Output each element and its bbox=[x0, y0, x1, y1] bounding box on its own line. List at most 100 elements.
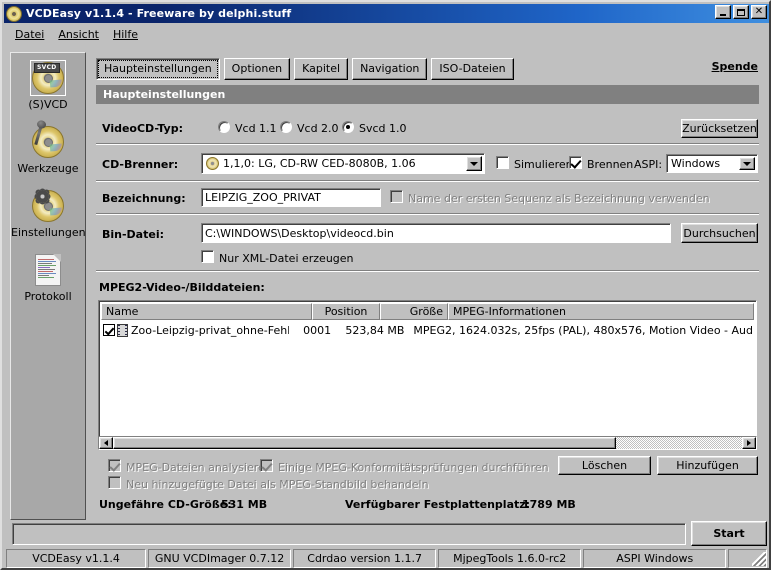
radio-vcd11[interactable] bbox=[218, 121, 230, 133]
chevron-down-icon[interactable] bbox=[739, 157, 755, 170]
scroll-left-button[interactable] bbox=[99, 437, 113, 449]
tab-navigation[interactable]: Navigation bbox=[352, 58, 428, 80]
window-controls: ✕ bbox=[715, 5, 767, 19]
sidebar-label-protokoll: Protokoll bbox=[24, 290, 72, 303]
section-header: Haupteinstellungen bbox=[96, 85, 759, 104]
tools-disc-icon bbox=[11, 123, 85, 161]
menu-label-datei: Datei bbox=[15, 28, 45, 41]
arrow-left-icon bbox=[104, 440, 108, 446]
divider bbox=[96, 270, 759, 272]
horizontal-scrollbar[interactable] bbox=[98, 436, 757, 450]
radio-label-vcd20: Vcd 2.0 bbox=[297, 122, 339, 135]
radio-label-vcd11: Vcd 1.1 bbox=[235, 122, 277, 135]
radio-svcd10[interactable] bbox=[342, 121, 354, 133]
divider bbox=[96, 180, 759, 182]
svcd-disc-icon: SVCD bbox=[11, 59, 85, 97]
use-first-sequence-checkbox[interactable] bbox=[390, 190, 403, 203]
column-header-position[interactable]: Position bbox=[312, 303, 380, 320]
tab-label: Navigation bbox=[360, 62, 420, 75]
file-list-header: Name Position Größe MPEG-Informationen bbox=[101, 303, 754, 320]
conformity-check-checkbox[interactable] bbox=[260, 459, 273, 472]
still-image-label: Neu hinzugefügte Datei als MPEG-Standbil… bbox=[126, 478, 429, 491]
divider bbox=[96, 213, 759, 215]
use-first-sequence-label: Name der ersten Sequenz als Bezeichnung … bbox=[408, 192, 710, 205]
status-panel-mjpegtools: MjpegTools 1.6.0-rc2 bbox=[438, 549, 582, 568]
delete-button[interactable]: Löschen bbox=[558, 456, 651, 475]
status-panel-vcdimager: GNU VCDImager 0.7.12 bbox=[148, 549, 292, 568]
menu-bar: Datei Ansicht Hilfe bbox=[4, 25, 769, 44]
videocd-type-label: VideoCD-Typ: bbox=[102, 122, 183, 135]
disc-icon bbox=[206, 157, 219, 170]
row-checkbox[interactable] bbox=[103, 324, 115, 336]
scroll-right-button[interactable] bbox=[742, 437, 756, 449]
application-window: VCDEasy v1.1.4 - Freeware by delphi.stuf… bbox=[0, 0, 771, 570]
aspi-label: ASPI: bbox=[634, 158, 663, 171]
disc-hole bbox=[43, 73, 53, 83]
tab-optionen[interactable]: Optionen bbox=[223, 58, 291, 80]
radio-vcd20[interactable] bbox=[280, 121, 292, 133]
sidebar-label-svcd: (S)VCD bbox=[28, 98, 68, 111]
title-bar: VCDEasy v1.1.4 - Freeware by delphi.stuf… bbox=[4, 4, 769, 23]
sidebar: SVCD (S)VCD Werkzeuge Einstellungen Prot… bbox=[10, 52, 86, 520]
tab-label: Optionen bbox=[231, 62, 283, 75]
sidebar-item-werkzeuge[interactable]: Werkzeuge bbox=[11, 123, 85, 175]
menu-item-datei[interactable]: Datei bbox=[8, 26, 51, 43]
window-title: VCDEasy v1.1.4 - Freeware by delphi.stuf… bbox=[26, 7, 292, 20]
close-button[interactable]: ✕ bbox=[751, 5, 767, 19]
chevron-down-icon[interactable] bbox=[466, 156, 482, 171]
sidebar-label-werkzeuge: Werkzeuge bbox=[17, 162, 79, 175]
designation-value: LEIPZIG_ZOO_PRIVAT bbox=[205, 191, 321, 204]
scrollbar-thumb[interactable] bbox=[113, 437, 617, 449]
browse-button[interactable]: Durchsuchen bbox=[681, 223, 758, 243]
tab-label: ISO-Dateien bbox=[439, 62, 506, 75]
menu-label-hilfe: Hilfe bbox=[112, 28, 139, 41]
still-image-checkbox[interactable] bbox=[108, 476, 121, 489]
burn-checkbox[interactable] bbox=[569, 156, 582, 169]
sidebar-item-svcd[interactable]: SVCD (S)VCD bbox=[11, 59, 85, 111]
cell-mpeg-info: MPEG2, 1624.032s, 25fps (PAL), 480x576, … bbox=[413, 323, 753, 337]
sidebar-label-einstellungen: Einstellungen bbox=[11, 226, 86, 239]
column-header-size[interactable]: Größe bbox=[380, 303, 448, 320]
close-icon: ✕ bbox=[754, 6, 764, 17]
tab-label: Kapitel bbox=[302, 62, 341, 75]
column-header-name[interactable]: Name bbox=[101, 303, 312, 320]
tab-haupteinstellungen[interactable]: Haupteinstellungen bbox=[96, 58, 220, 80]
xml-only-checkbox[interactable] bbox=[201, 250, 214, 263]
disc-hole bbox=[43, 201, 53, 211]
conformity-check-label: Einige MPEG-Konformitätsprüfungen durchf… bbox=[278, 461, 549, 474]
analyze-mpeg-checkbox[interactable] bbox=[108, 459, 121, 472]
tab-label: Haupteinstellungen bbox=[104, 62, 212, 75]
document-shape bbox=[35, 254, 61, 286]
donate-link[interactable]: Spende bbox=[712, 60, 758, 73]
column-header-mpeg-info[interactable]: MPEG-Informationen bbox=[448, 303, 754, 320]
tab-bar: Haupteinstellungen Optionen Kapitel Navi… bbox=[96, 58, 514, 80]
reset-button[interactable]: Zurücksetzen bbox=[681, 119, 758, 138]
designation-input[interactable]: LEIPZIG_ZOO_PRIVAT bbox=[201, 188, 381, 207]
aspi-value: Windows bbox=[671, 157, 721, 170]
sidebar-item-einstellungen[interactable]: Einstellungen bbox=[11, 187, 86, 239]
aspi-combo[interactable]: Windows bbox=[666, 154, 758, 173]
tab-iso-dateien[interactable]: ISO-Dateien bbox=[431, 58, 514, 80]
simulate-checkbox[interactable] bbox=[496, 156, 509, 169]
minimize-button[interactable] bbox=[715, 5, 731, 19]
resize-grip-icon[interactable] bbox=[752, 552, 766, 566]
menu-item-hilfe[interactable]: Hilfe bbox=[106, 26, 145, 43]
menu-label-ansicht: Ansicht bbox=[58, 28, 99, 41]
tab-kapitel[interactable]: Kapitel bbox=[294, 58, 349, 80]
radio-label-svcd10: Svcd 1.0 bbox=[359, 122, 407, 135]
start-button[interactable]: Start bbox=[691, 521, 767, 546]
maximize-button[interactable] bbox=[733, 5, 749, 19]
add-button[interactable]: Hinzufügen bbox=[657, 456, 758, 475]
cd-size-value: 531 MB bbox=[221, 498, 268, 511]
file-list-view[interactable]: Name Position Größe MPEG-Informationen Z… bbox=[98, 300, 757, 448]
arrow-right-icon bbox=[747, 440, 751, 446]
divider bbox=[96, 143, 759, 145]
table-row[interactable]: Zoo-Leipzig-privat_ohne-Fehler.mpg 0001 … bbox=[102, 322, 753, 338]
sidebar-item-protokoll[interactable]: Protokoll bbox=[11, 251, 85, 303]
scrollbar-track[interactable] bbox=[113, 437, 742, 449]
simulate-label: Simulieren bbox=[514, 158, 573, 171]
bin-file-input[interactable]: C:\WINDOWS\Desktop\videocd.bin bbox=[201, 223, 671, 243]
cd-burner-combo[interactable]: 1,1,0: LG, CD-RW CED-8080B, 1.06 bbox=[201, 153, 485, 174]
menu-item-ansicht[interactable]: Ansicht bbox=[51, 26, 106, 43]
bin-file-value: C:\WINDOWS\Desktop\videocd.bin bbox=[205, 226, 394, 240]
